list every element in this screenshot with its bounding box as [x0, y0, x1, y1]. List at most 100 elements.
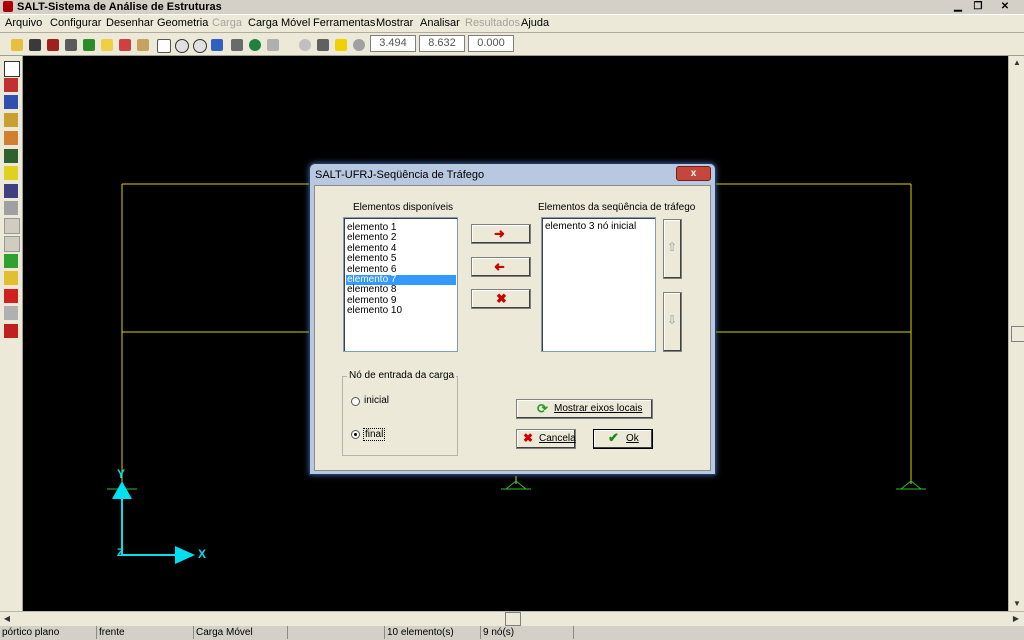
menu-ferramentas[interactable]: Ferramentas — [313, 17, 375, 29]
open-icon[interactable] — [8, 36, 26, 54]
status-empty — [288, 626, 385, 639]
refresh-icon: ⟳ — [537, 401, 548, 416]
sequence-elements-label: Elementos da seqüência de tráfego — [538, 202, 696, 213]
status-view: frente — [97, 626, 194, 639]
restore-button[interactable]: ❐ — [967, 0, 989, 13]
available-elements-label: Elementos disponíveis — [353, 202, 454, 213]
close-button[interactable]: ✕ — [994, 0, 1016, 13]
move-down-button[interactable]: ⇩ — [663, 292, 682, 352]
x-axis-arrow — [175, 546, 195, 564]
load-tool-icon[interactable] — [4, 166, 18, 180]
book-icon[interactable] — [44, 36, 62, 54]
ok-button[interactable]: ✔ Ok — [593, 429, 653, 449]
minimize-button[interactable]: ▁ — [947, 0, 969, 13]
remove-from-sequence-button[interactable]: ➜ — [471, 257, 531, 277]
move-up-button[interactable]: ⇧ — [663, 219, 682, 279]
menu-configurar[interactable]: Configurar — [50, 17, 101, 29]
scroll-up-icon[interactable]: ▲ — [1010, 56, 1024, 69]
section-tool-icon[interactable] — [4, 131, 18, 145]
list-item[interactable]: elemento 8 — [346, 285, 396, 295]
run-icon[interactable] — [80, 36, 98, 54]
menu-resultados[interactable]: Resultados — [465, 17, 520, 29]
status-element-count: 10 elemento(s) — [385, 626, 481, 639]
help-icon[interactable] — [332, 36, 350, 54]
support-tool-icon[interactable] — [4, 149, 18, 163]
show-local-axes-button[interactable]: ⟳ Mostrar eixos locais — [516, 399, 653, 419]
clear-sequence-button[interactable]: ✖ — [471, 289, 531, 309]
grid-icon[interactable] — [26, 36, 44, 54]
zoom-in-icon[interactable] — [172, 36, 190, 54]
print-icon[interactable] — [98, 36, 116, 54]
globe-icon[interactable] — [246, 36, 264, 54]
menu-mostrar[interactable]: Mostrar — [376, 17, 413, 29]
coord-x-field: 3.494 — [370, 35, 416, 52]
status-bar: pórtico plano frente Carga Móvel 10 elem… — [0, 626, 1024, 640]
node-tool-icon[interactable] — [4, 78, 18, 92]
print-preview-icon[interactable] — [116, 36, 134, 54]
y-axis-arrow — [112, 481, 132, 499]
coord-y-field: 8.632 — [419, 35, 465, 52]
menu-arquivo[interactable]: Arquivo — [5, 17, 42, 29]
menu-desenhar[interactable]: Desenhar — [106, 17, 154, 29]
chart-icon[interactable] — [264, 36, 282, 54]
tools-icon[interactable] — [62, 36, 80, 54]
menu-carga[interactable]: Carga — [212, 17, 242, 29]
disk-icon[interactable] — [4, 201, 18, 215]
horizontal-scrollbar[interactable]: ◀ ▶ — [0, 611, 1024, 626]
scroll-down-icon[interactable]: ▼ — [1010, 597, 1024, 610]
render-icon[interactable] — [228, 36, 246, 54]
up-arrow-icon[interactable] — [4, 289, 18, 303]
vertical-scrollbar[interactable]: ▲ ▼ — [1008, 56, 1024, 611]
traffic-sequence-dialog: SALT-UFRJ-Seqüência de Tráfego x Element… — [309, 163, 716, 475]
dialog-body: Elementos disponíveis elemento 1 element… — [314, 185, 711, 471]
scroll-right-icon[interactable]: ▶ — [1009, 612, 1023, 625]
window-title: SALT-Sistema de Análise de Estruturas — [17, 1, 222, 13]
load-entry-node-label: Nó de entrada da carga — [347, 370, 457, 381]
dialog-title: SALT-UFRJ-Seqüência de Tráfego — [315, 169, 485, 181]
menu-ajuda[interactable]: Ajuda — [521, 17, 549, 29]
pencil-icon[interactable] — [134, 36, 152, 54]
pan-icon[interactable] — [154, 36, 172, 54]
scroll-left-icon[interactable]: ◀ — [0, 612, 14, 625]
material-tool-icon[interactable] — [4, 184, 18, 198]
axes-icon[interactable] — [208, 36, 226, 54]
available-elements-list[interactable]: elemento 1 elemento 2 elemento 4 element… — [343, 217, 458, 352]
sum-icon[interactable] — [4, 218, 20, 234]
add-to-sequence-button[interactable]: ➜ — [471, 224, 531, 244]
list-item[interactable]: elemento 3 nó inicial — [544, 222, 636, 232]
menu-analisar[interactable]: Analisar — [420, 17, 460, 29]
delete-x-icon: ✖ — [496, 291, 507, 306]
list-item[interactable]: elemento 10 — [346, 306, 402, 316]
vertical-scroll-thumb[interactable] — [1011, 326, 1024, 342]
cancel-button[interactable]: ✖ Cancela — [516, 429, 576, 449]
list-item[interactable]: elemento 5 — [346, 254, 396, 264]
moving-load-icon[interactable] — [4, 271, 18, 285]
vehicle-icon[interactable] — [4, 236, 20, 252]
camera-icon[interactable] — [314, 36, 332, 54]
status-structure-type: pórtico plano — [0, 626, 97, 639]
element-tool-icon[interactable] — [4, 95, 18, 109]
edit-tool-icon[interactable] — [4, 113, 18, 127]
radio-final[interactable] — [351, 430, 360, 439]
line-tool-icon[interactable] — [4, 254, 18, 268]
radio-final-label[interactable]: final — [363, 428, 386, 441]
copy-tool-icon[interactable] — [4, 306, 18, 320]
status-node-count: 9 nó(s) — [481, 626, 574, 639]
radio-initial-label[interactable]: inicial — [364, 395, 389, 406]
horizontal-scroll-thumb[interactable] — [505, 612, 521, 626]
hand-icon[interactable] — [350, 36, 368, 54]
coord-z-field: 0.000 — [468, 35, 514, 52]
dialog-close-button[interactable]: x — [676, 166, 711, 181]
menu-geometria[interactable]: Geometria — [157, 17, 208, 29]
radio-initial[interactable] — [351, 397, 360, 406]
delete-tool-icon[interactable] — [4, 324, 18, 338]
node-number-icon[interactable] — [4, 61, 20, 77]
sequence-elements-list[interactable]: elemento 3 nó inicial — [541, 217, 656, 352]
clock-icon[interactable] — [296, 36, 314, 54]
zoom-out-icon[interactable] — [190, 36, 208, 54]
list-item[interactable]: elemento 2 — [346, 233, 396, 243]
up-arrow-outline-icon: ⇧ — [667, 240, 678, 254]
status-mode: Carga Móvel — [194, 626, 288, 639]
menu-carga-movel[interactable]: Carga Móvel — [248, 17, 310, 29]
title-bar: SALT-Sistema de Análise de Estruturas ▁ … — [0, 0, 1024, 15]
